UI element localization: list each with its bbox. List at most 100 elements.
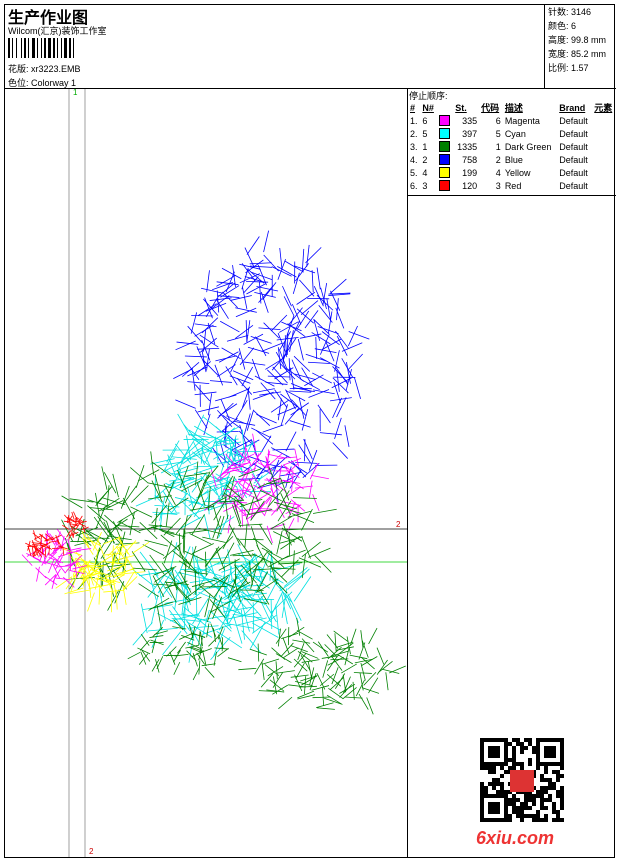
stitch (252, 391, 274, 400)
stitch (314, 348, 337, 353)
stitch (270, 516, 292, 530)
colorway: 色位: Colorway 1 (8, 76, 76, 89)
stitch (278, 696, 293, 710)
stitch (221, 267, 242, 280)
stitch (283, 296, 295, 317)
element (592, 179, 616, 192)
stitch (263, 230, 269, 253)
stitch (240, 609, 245, 640)
stitch (295, 662, 305, 680)
brand: Default (559, 180, 588, 191)
color-description: Yellow (504, 167, 531, 178)
design-height: 高度: 99.8 mm (548, 35, 607, 45)
color-swatch (437, 114, 453, 127)
divider (407, 88, 408, 858)
stitch (65, 550, 81, 554)
stitch (285, 466, 292, 488)
stitch (98, 584, 101, 605)
column-header: N# (422, 102, 434, 113)
stitch (173, 649, 181, 663)
stitch (332, 442, 348, 459)
color-code: 3 (495, 180, 501, 191)
stitch (238, 523, 263, 526)
stitch (208, 636, 219, 647)
stitch (275, 604, 280, 635)
stitch (147, 627, 178, 632)
stitch (344, 425, 350, 447)
element (592, 127, 616, 140)
color-description: Cyan (504, 128, 526, 139)
stitch (287, 323, 306, 338)
stitch (277, 258, 286, 280)
stitch (360, 662, 366, 681)
stitch (61, 519, 73, 542)
qr-code (480, 738, 564, 822)
stitch (201, 287, 223, 294)
design-value: xr3223.EMB (31, 64, 81, 74)
stitch (35, 539, 45, 545)
stitch (278, 562, 303, 565)
stitch (300, 300, 319, 315)
stitch (215, 394, 237, 402)
stitch (206, 270, 210, 293)
stitch (334, 633, 337, 652)
stitch (228, 523, 241, 546)
stitch (253, 388, 275, 394)
stitch (282, 285, 292, 307)
stitch (307, 361, 330, 364)
stitch (230, 295, 252, 301)
stitch (270, 399, 290, 413)
column-header: St. (455, 102, 467, 113)
stitch (160, 534, 180, 551)
stitch (215, 547, 225, 571)
table-row: 6. 3 120 3 Red Default (408, 179, 616, 192)
stitch (215, 355, 237, 362)
stitch (232, 554, 257, 557)
brand: Default (559, 141, 588, 152)
color-code: 1 (495, 141, 501, 152)
stitch (217, 364, 236, 378)
table-row: 5. 4 199 4 Yellow Default (408, 166, 616, 179)
stitch (250, 335, 272, 344)
stitch (312, 494, 320, 512)
stitch (215, 536, 234, 554)
stitch (276, 670, 295, 674)
stitch (297, 338, 304, 361)
stitch (316, 267, 321, 290)
stitch (194, 391, 217, 396)
color-description: Blue (504, 154, 523, 165)
design-scale: 比例: 1.57 (548, 63, 589, 73)
row-index: 1. (410, 115, 418, 126)
design-width: 宽度: 85.2 mm (548, 49, 607, 59)
stitch (245, 509, 262, 520)
watermark-logo: 6xiu.com (476, 828, 555, 848)
stitch (285, 518, 295, 535)
stitch (314, 555, 332, 573)
row-index: 2. (410, 128, 418, 139)
stitch (326, 673, 342, 687)
stitch-count: 199 (462, 167, 478, 178)
brand: Default (559, 154, 588, 165)
stitch (312, 372, 332, 384)
stitch (368, 677, 379, 694)
guide-label-3: 2 (89, 847, 94, 856)
design-stats: 针数: 3146 颜色: 6 高度: 99.8 mm 宽度: 85.2 mm 比… (548, 5, 606, 75)
stitch (385, 672, 389, 691)
color-code: 2 (495, 154, 501, 165)
stitch (331, 655, 343, 671)
stitch (101, 466, 108, 490)
stitch (236, 377, 253, 395)
stitch (183, 530, 186, 555)
design-file: 花版: xr3223.EMB (8, 62, 81, 75)
stitch (262, 424, 284, 433)
stitch (257, 462, 274, 472)
stitch (220, 417, 238, 433)
stitch (254, 552, 263, 582)
stitch (156, 605, 162, 630)
stitch (354, 377, 361, 399)
barcode (8, 38, 113, 58)
stitch (179, 516, 202, 530)
stitch (140, 633, 150, 646)
stitch (205, 551, 207, 576)
stitch (244, 523, 248, 548)
